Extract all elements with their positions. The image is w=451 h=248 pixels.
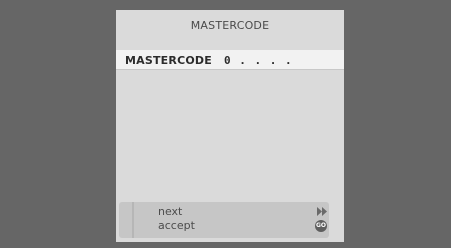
go-icon: GO	[315, 220, 327, 232]
help-bar: next accept GO	[119, 202, 329, 238]
accept-hint-label: accept	[158, 219, 195, 232]
help-bar-divider	[132, 202, 134, 238]
menu-panel: MASTERCODE MASTERCODE 0 . . . . next acc…	[116, 10, 344, 242]
tv-screen: MASTERCODE MASTERCODE 0 . . . . next acc…	[0, 0, 451, 248]
mastercode-field-row[interactable]: MASTERCODE 0 . . . .	[116, 50, 344, 69]
mastercode-field-label: MASTERCODE	[125, 54, 212, 67]
fast-forward-icon	[317, 207, 327, 216]
next-hint-label: next	[158, 205, 183, 218]
menu-title: MASTERCODE	[190, 19, 270, 32]
mastercode-input[interactable]: 0 . . . .	[224, 54, 293, 67]
